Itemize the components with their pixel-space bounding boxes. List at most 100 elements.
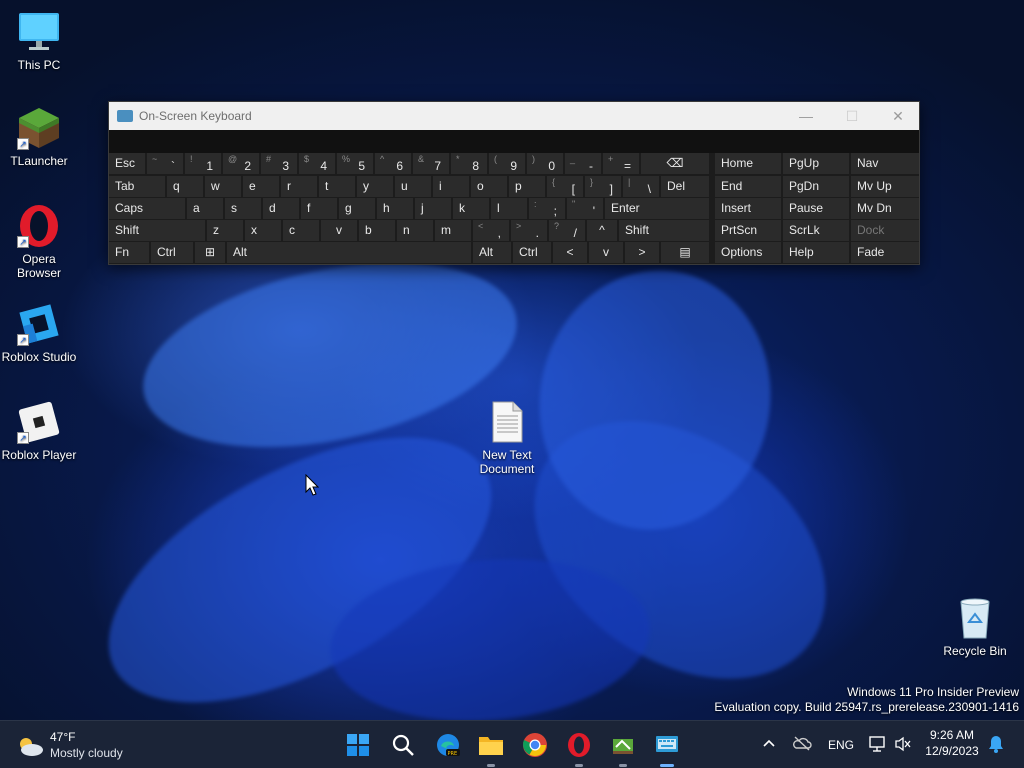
key[interactable]: s bbox=[225, 198, 261, 219]
key[interactable]: (9 bbox=[489, 153, 525, 174]
onedrive-button[interactable] bbox=[792, 735, 812, 754]
key[interactable]: " ' bbox=[567, 198, 603, 219]
taskbar-on-screen-keyboard[interactable] bbox=[651, 729, 683, 767]
key-fade[interactable]: Fade bbox=[851, 242, 919, 263]
key-arrow-up[interactable]: ^ bbox=[587, 220, 617, 241]
network-button[interactable] bbox=[868, 735, 888, 756]
key[interactable]: ^ 6 bbox=[375, 153, 411, 174]
maximize-button[interactable]: ☐ bbox=[829, 102, 875, 130]
desktop-icon-this-pc[interactable]: This PC bbox=[1, 10, 77, 72]
key[interactable]: a bbox=[187, 198, 223, 219]
desktop-icon-tlauncher[interactable]: ↗ TLauncher bbox=[1, 106, 77, 168]
key[interactable]: }] bbox=[585, 176, 621, 197]
clock[interactable]: 9:26 AM 12/9/2023 bbox=[922, 728, 982, 758]
key-fn[interactable]: Fn bbox=[109, 242, 149, 263]
key-arrow-left[interactable]: < bbox=[553, 242, 587, 263]
key-arrow-right[interactable]: > bbox=[625, 242, 659, 263]
key-pgup[interactable]: PgUp bbox=[783, 153, 849, 174]
key[interactable]: l bbox=[491, 198, 527, 219]
key[interactable]: :; bbox=[529, 198, 565, 219]
key-delete[interactable]: Del bbox=[661, 176, 709, 197]
key[interactable]: v bbox=[321, 220, 357, 241]
key-tab[interactable]: Tab bbox=[109, 176, 165, 197]
key[interactable]: b bbox=[359, 220, 395, 241]
desktop-icon-opera[interactable]: ↗ Opera Browser bbox=[1, 204, 77, 280]
key[interactable]: ) 0 bbox=[527, 153, 563, 174]
key[interactable]: k bbox=[453, 198, 489, 219]
taskbar-file-explorer[interactable] bbox=[475, 729, 507, 767]
key-caps-lock[interactable]: Caps bbox=[109, 198, 185, 219]
start-button[interactable] bbox=[342, 729, 374, 761]
key[interactable]: f bbox=[301, 198, 337, 219]
key-alt[interactable]: Alt bbox=[473, 242, 511, 263]
key[interactable]: @2 bbox=[223, 153, 259, 174]
key[interactable]: q bbox=[167, 176, 203, 197]
key[interactable]: n bbox=[397, 220, 433, 241]
key-home[interactable]: Home bbox=[715, 153, 781, 174]
key-ctrl[interactable]: Ctrl bbox=[513, 242, 551, 263]
key[interactable]: ? / bbox=[549, 220, 585, 241]
show-hidden-icons-button[interactable] bbox=[762, 736, 776, 753]
key[interactable]: ! 1 bbox=[185, 153, 221, 174]
key[interactable]: {[ bbox=[547, 176, 583, 197]
key-end[interactable]: End bbox=[715, 176, 781, 197]
desktop-icon-roblox-studio[interactable]: ↗ Roblox Studio bbox=[1, 302, 77, 364]
key[interactable]: t bbox=[319, 176, 355, 197]
volume-button[interactable] bbox=[894, 736, 912, 755]
key-shift[interactable]: Shift bbox=[619, 220, 709, 241]
key[interactable]: #3 bbox=[261, 153, 297, 174]
key[interactable]: w bbox=[205, 176, 241, 197]
key-prtscn[interactable]: PrtScn bbox=[715, 220, 781, 241]
key[interactable]: z bbox=[207, 220, 243, 241]
key[interactable]: | \ bbox=[623, 176, 659, 197]
key-scrlk[interactable]: ScrLk bbox=[783, 220, 849, 241]
key[interactable]: $4 bbox=[299, 153, 335, 174]
key[interactable]: o bbox=[471, 176, 507, 197]
key[interactable]: ~ ` bbox=[147, 153, 183, 174]
taskbar-opera[interactable] bbox=[563, 729, 595, 767]
key[interactable]: & 7 bbox=[413, 153, 449, 174]
desktop-icon-roblox-player[interactable]: ↗ Roblox Player bbox=[1, 400, 77, 462]
key-menu[interactable]: ▤ bbox=[661, 242, 709, 263]
taskbar-tlauncher[interactable] bbox=[607, 729, 639, 767]
close-button[interactable]: ✕ bbox=[875, 102, 921, 130]
key[interactable]: x bbox=[245, 220, 281, 241]
key[interactable]: >. bbox=[511, 220, 547, 241]
key[interactable]: % 5 bbox=[337, 153, 373, 174]
key-windows[interactable]: ⊞ bbox=[195, 242, 225, 263]
key-shift[interactable]: Shift bbox=[109, 220, 205, 241]
key[interactable]: d bbox=[263, 198, 299, 219]
key-pause[interactable]: Pause bbox=[783, 198, 849, 219]
key[interactable]: _ - bbox=[565, 153, 601, 174]
key-dock[interactable]: Dock bbox=[851, 220, 919, 241]
key-mv-up[interactable]: Mv Up bbox=[851, 176, 919, 197]
key-enter[interactable]: Enter bbox=[605, 198, 709, 219]
key-pgdn[interactable]: PgDn bbox=[783, 176, 849, 197]
search-button[interactable] bbox=[387, 729, 419, 761]
key-options[interactable]: Options bbox=[715, 242, 781, 263]
taskbar-chrome[interactable] bbox=[519, 729, 551, 761]
key[interactable]: j bbox=[415, 198, 451, 219]
taskbar-edge-beta[interactable]: PRE bbox=[432, 729, 464, 761]
key-help[interactable]: Help bbox=[783, 242, 849, 263]
key-esc[interactable]: Esc bbox=[109, 153, 145, 174]
key[interactable]: u bbox=[395, 176, 431, 197]
key[interactable]: h bbox=[377, 198, 413, 219]
key[interactable]: m bbox=[435, 220, 471, 241]
key[interactable]: i bbox=[433, 176, 469, 197]
key[interactable]: <, bbox=[473, 220, 509, 241]
key[interactable]: p bbox=[509, 176, 545, 197]
key-ctrl[interactable]: Ctrl bbox=[151, 242, 193, 263]
key[interactable]: y bbox=[357, 176, 393, 197]
key[interactable]: * 8 bbox=[451, 153, 487, 174]
key-backspace[interactable]: ⌫ bbox=[641, 153, 709, 174]
minimize-button[interactable]: — bbox=[783, 102, 829, 130]
osk-titlebar[interactable]: On-Screen Keyboard — ☐ ✕ bbox=[109, 102, 919, 130]
notifications-button[interactable] bbox=[988, 735, 1004, 756]
weather-widget[interactable]: 47°F Mostly cloudy bbox=[16, 729, 156, 763]
key-arrow-down[interactable]: v bbox=[589, 242, 623, 263]
key[interactable]: r bbox=[281, 176, 317, 197]
desktop-icon-recycle-bin[interactable]: Recycle Bin bbox=[937, 596, 1013, 658]
language-indicator[interactable]: ENG bbox=[828, 738, 854, 752]
key[interactable]: c bbox=[283, 220, 319, 241]
